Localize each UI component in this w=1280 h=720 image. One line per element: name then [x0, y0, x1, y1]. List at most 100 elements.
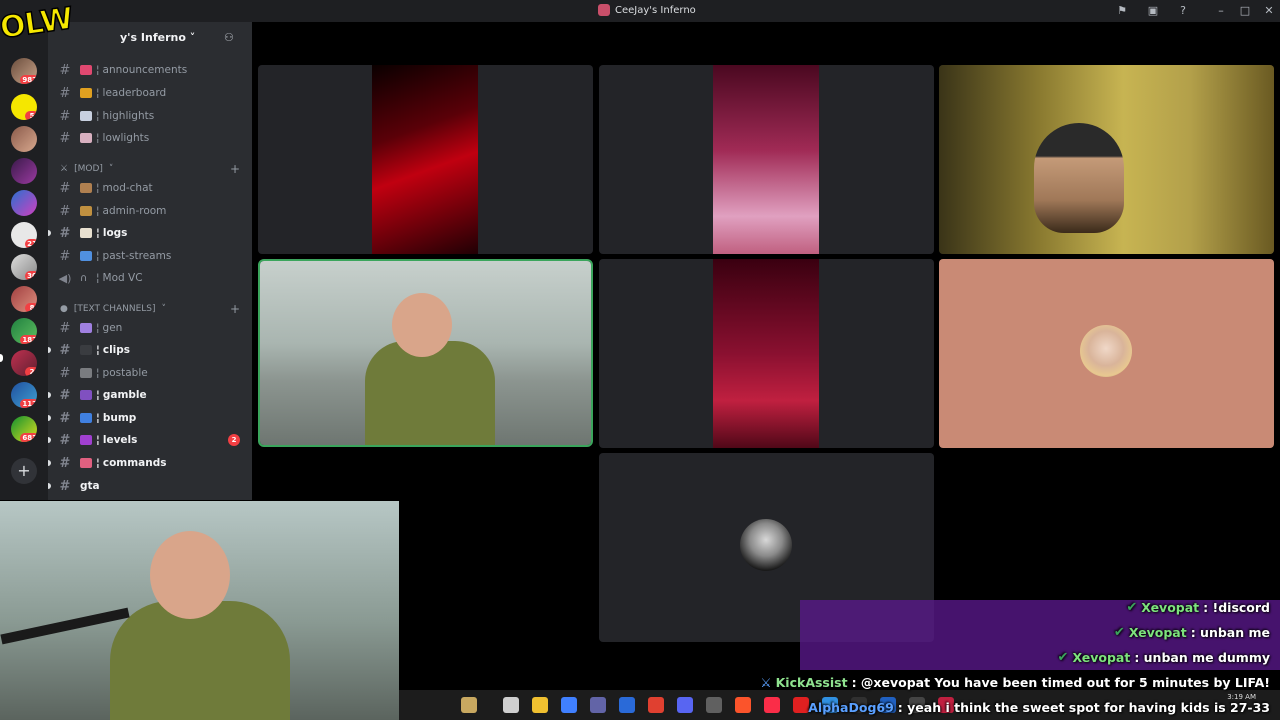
channel-leaderboard[interactable]: # ¦ leaderboard	[56, 83, 246, 103]
hash-icon: #	[59, 432, 71, 448]
channel-label: gen	[102, 322, 123, 334]
channel-announcements[interactable]: # ¦ announcements	[56, 60, 246, 80]
server-item[interactable]: 21	[11, 222, 37, 248]
channel-past-streams[interactable]: # ¦ past-streams	[56, 246, 246, 266]
participant-face	[392, 293, 452, 357]
channel-label: logs	[102, 227, 128, 239]
hash-icon: #	[59, 455, 71, 471]
video-tile[interactable]	[939, 65, 1274, 254]
obs-icon[interactable]	[706, 697, 722, 713]
channel-mod-chat[interactable]: # ¦ mod-chat	[56, 178, 246, 198]
server-item[interactable]: 683	[11, 416, 37, 442]
category-label: [MOD]	[74, 164, 103, 174]
server-item[interactable]: 112	[11, 382, 37, 408]
mention-badge: 5	[25, 111, 37, 120]
add-channel-icon[interactable]: +	[230, 302, 240, 316]
teams-icon[interactable]	[590, 697, 606, 713]
voice-channel-mod-vc[interactable]: ◀) ∩ ¦ Mod VC	[56, 268, 246, 288]
channel-label: gamble	[102, 389, 147, 401]
hash-icon: #	[59, 387, 71, 403]
category-text-channels[interactable]: ● [TEXT CHANNELS] ˅ +	[60, 302, 246, 316]
inbox-icon[interactable]: ⚑	[1114, 3, 1130, 19]
chat-text: : unban me dummy	[1134, 650, 1270, 665]
channel-label: leaderboard	[102, 87, 167, 99]
start-icon[interactable]	[503, 697, 519, 713]
hammer-icon	[80, 183, 92, 193]
participant-figure	[365, 341, 495, 445]
channel-commands[interactable]: # ¦ commands	[48, 453, 246, 473]
channel-label: levels	[102, 434, 138, 446]
channel-lowlights[interactable]: # ¦ lowlights	[56, 128, 246, 148]
sword-icon: ⚔	[60, 164, 69, 174]
video-tile-avatar[interactable]	[939, 259, 1274, 448]
participant-video	[713, 259, 819, 448]
hash-icon: #	[59, 180, 71, 196]
channel-gta[interactable]: # gta	[48, 476, 246, 496]
music-icon[interactable]	[764, 697, 780, 713]
hash-icon: #	[59, 365, 71, 381]
category-mod[interactable]: ⚔ [MOD] ˅ +	[60, 162, 246, 176]
lock-icon	[80, 206, 92, 216]
server-item[interactable]: 5	[11, 94, 37, 120]
channel-postable[interactable]: # ¦ postable	[56, 363, 246, 383]
help-icon[interactable]: ?	[1175, 3, 1191, 19]
discord-icon[interactable]	[677, 697, 693, 713]
store-icon[interactable]	[619, 697, 635, 713]
channel-highlights[interactable]: # ¦ highlights	[56, 106, 246, 126]
channel-gen[interactable]: # ¦ gen	[56, 318, 246, 338]
mention-badge: 112	[20, 399, 37, 408]
add-channel-icon[interactable]: +	[230, 162, 240, 176]
server-item-current[interactable]: 2	[11, 350, 37, 376]
channel-levels[interactable]: # ¦ levels 2	[48, 430, 246, 450]
server-item[interactable]	[11, 190, 37, 216]
hash-icon: #	[59, 62, 71, 78]
server-name-header[interactable]: y's Inferno ˅	[120, 31, 195, 44]
chat-text: : @xevopat You have been timed out for 5…	[851, 675, 1270, 690]
channel-label: postable	[102, 367, 148, 379]
unread-indicator	[48, 460, 51, 466]
invite-user-icon[interactable]: ⚇	[224, 31, 238, 45]
server-item[interactable]	[11, 158, 37, 184]
video-tile-speaking[interactable]	[258, 259, 593, 447]
server-item[interactable]: 30	[11, 254, 37, 280]
window-title-text: CeeJay's Inferno	[615, 4, 696, 16]
chat-username: Xevopat	[1141, 600, 1200, 615]
add-server-button[interactable]: +	[11, 458, 37, 484]
server-item[interactable]: 8	[11, 286, 37, 312]
close-icon[interactable]: ✕	[1261, 3, 1277, 19]
channel-label: bump	[102, 412, 137, 424]
channel-logs[interactable]: # ¦ logs	[48, 223, 246, 243]
robot-icon	[80, 458, 92, 468]
chat-username: Xevopat	[1072, 650, 1131, 665]
unread-indicator	[48, 437, 51, 443]
video-tile[interactable]	[599, 65, 934, 254]
server-item[interactable]	[11, 126, 37, 152]
copilot-icon[interactable]	[561, 697, 577, 713]
channel-bump[interactable]: # ¦ bump	[48, 408, 246, 428]
unread-indicator	[48, 483, 51, 489]
video-tile[interactable]	[599, 259, 934, 448]
participant-video	[713, 65, 819, 254]
channel-clips[interactable]: # ¦ clips	[48, 340, 246, 360]
maximize-icon[interactable]: □	[1237, 3, 1253, 19]
app-icon[interactable]	[793, 697, 809, 713]
user-avatar	[740, 519, 792, 571]
chrome-icon[interactable]	[648, 697, 664, 713]
mention-badge: 8	[25, 303, 37, 312]
mention-badge: 2	[228, 434, 240, 446]
speech-bubble-icon: ●	[60, 304, 68, 314]
channel-label: clips	[102, 344, 131, 356]
speaker-icon: ◀)	[58, 271, 72, 285]
channel-admin-room[interactable]: # ¦ admin-room	[56, 201, 246, 221]
video-tile[interactable]	[258, 65, 593, 254]
screen-share-icon[interactable]: ▣	[1145, 3, 1161, 19]
file-explorer-icon[interactable]	[532, 697, 548, 713]
server-item[interactable]: 182	[11, 318, 37, 344]
participant-figure	[1034, 123, 1124, 233]
brave-icon[interactable]	[735, 697, 751, 713]
minimize-icon[interactable]: –	[1213, 3, 1229, 19]
channel-gamble[interactable]: # ¦ gamble	[48, 385, 246, 405]
weather-icon[interactable]	[461, 697, 477, 713]
unread-indicator	[48, 230, 51, 236]
server-item[interactable]: 982	[11, 58, 37, 84]
